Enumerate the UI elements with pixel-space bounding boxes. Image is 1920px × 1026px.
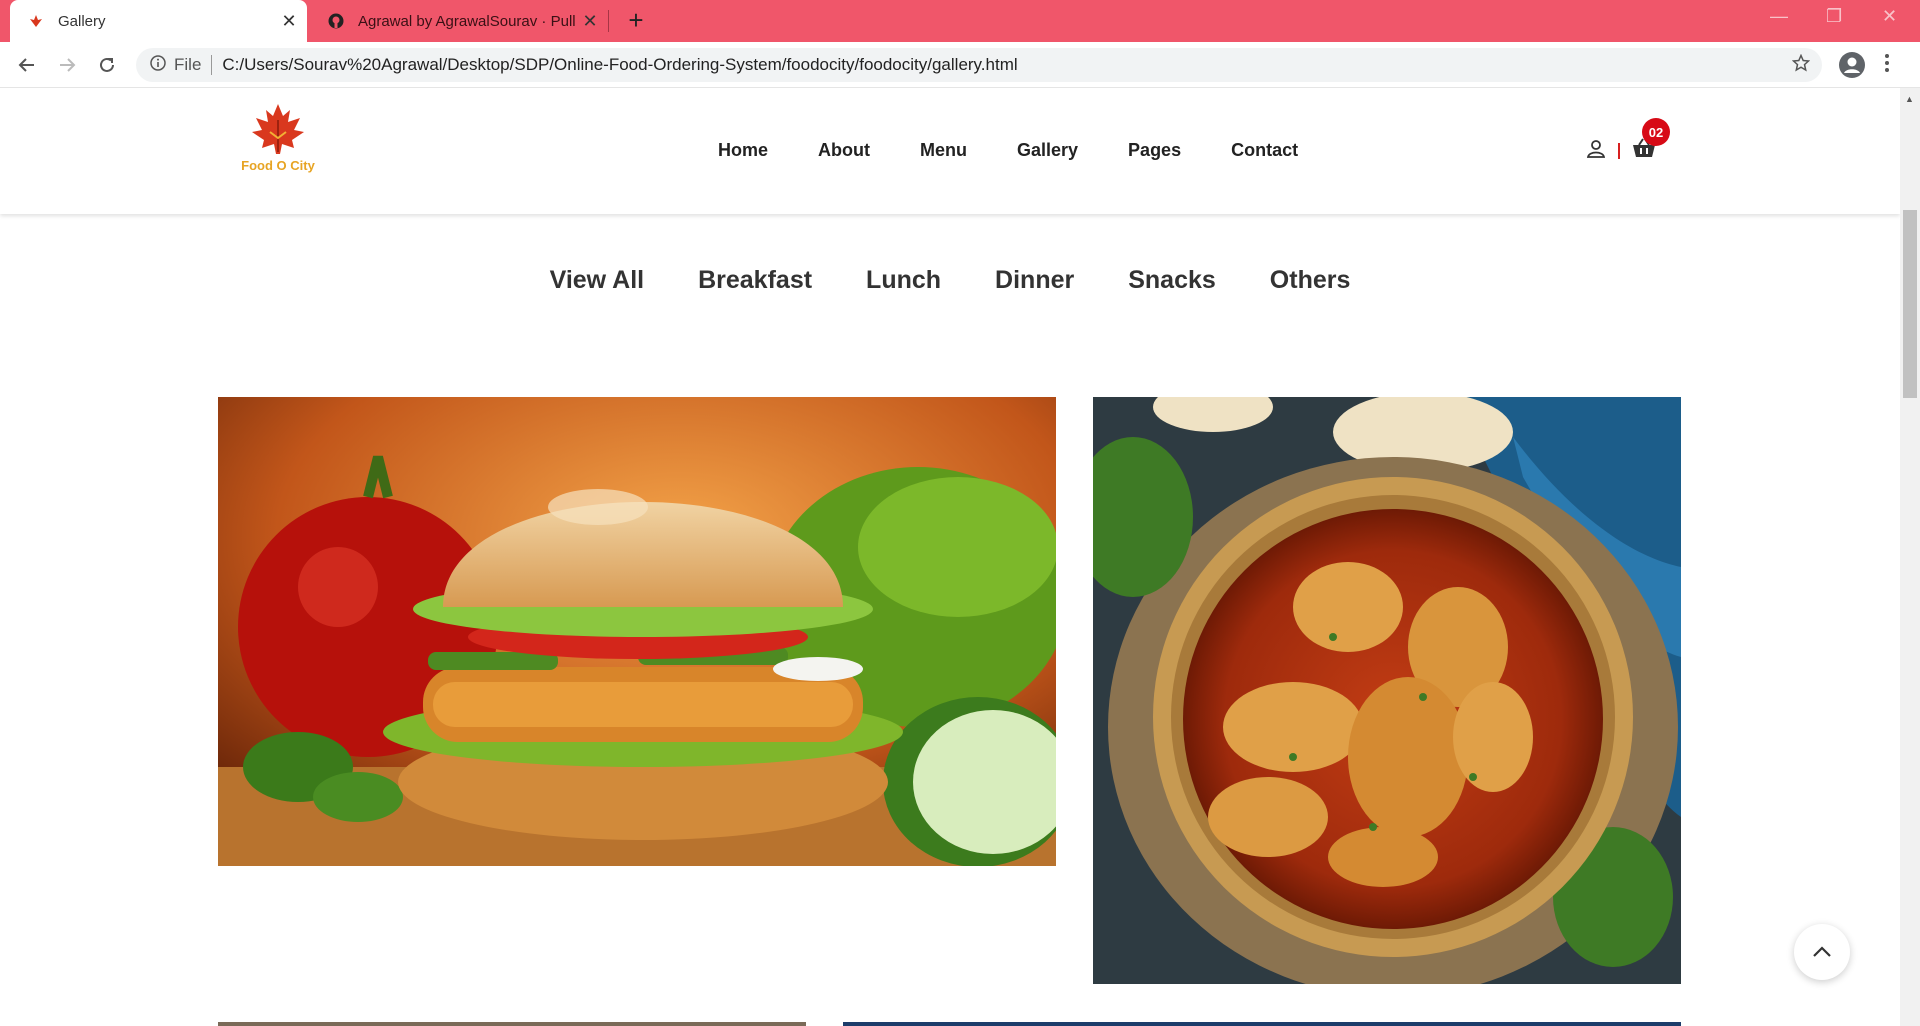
url-text[interactable]: C:/Users/Sourav%20Agrawal/Desktop/SDP/On… (222, 55, 1792, 75)
burger-image[interactable] (218, 397, 1056, 866)
gallery-item-partial[interactable] (218, 1022, 806, 1026)
back-button[interactable] (14, 52, 40, 78)
scheme-label: File (174, 55, 202, 74)
reload-button[interactable] (94, 52, 120, 78)
info-icon[interactable] (150, 54, 166, 76)
filter-view-all[interactable]: View All (550, 266, 644, 295)
close-window-icon[interactable]: ✕ (1882, 6, 1897, 27)
profile-avatar-icon[interactable] (1838, 51, 1866, 84)
address-bar[interactable]: File C:/Users/Sourav%20Agrawal/Desktop/S… (136, 48, 1822, 82)
header-divider (1618, 142, 1620, 159)
tab-title: Agrawal by AgrawalSourav · Pull (358, 12, 576, 30)
nav-about[interactable]: About (818, 140, 870, 161)
forward-arrow-icon (60, 58, 76, 72)
scroll-up-arrow-icon[interactable]: ▲ (1905, 94, 1914, 104)
close-tab-icon[interactable]: ✕ (277, 11, 301, 32)
chicken-curry-image[interactable] (1093, 397, 1681, 984)
close-tab-icon[interactable]: ✕ (578, 11, 602, 32)
tab-title: Gallery (58, 12, 106, 30)
nav-menu[interactable]: Menu (920, 140, 967, 161)
nav-gallery[interactable]: Gallery (1017, 140, 1078, 161)
new-tab-button[interactable]: + (622, 6, 650, 34)
bookmark-star-icon[interactable] (1791, 53, 1811, 77)
header-actions: 02 (1586, 118, 1670, 163)
site-header: Food O City Home About Menu Gallery Page… (0, 88, 1900, 214)
restore-icon[interactable]: ❐ (1826, 6, 1842, 27)
filter-others[interactable]: Others (1270, 266, 1351, 295)
browser-toolbar: File C:/Users/Sourav%20Agrawal/Desktop/S… (0, 42, 1920, 88)
more-options-icon[interactable] (1884, 52, 1890, 79)
github-icon (328, 13, 344, 29)
nav-home[interactable]: Home (718, 140, 768, 161)
cart-button[interactable]: 02 (1632, 118, 1670, 163)
tab-github[interactable]: Agrawal by AgrawalSourav · Pull ✕ (310, 0, 608, 42)
forward-button[interactable] (54, 52, 80, 78)
cart-count-badge: 02 (1642, 118, 1670, 146)
user-icon[interactable] (1586, 138, 1606, 163)
omnibox-divider (211, 55, 213, 75)
logo-text: Food O City (241, 158, 315, 173)
scrollbar-thumb[interactable] (1903, 210, 1917, 398)
nav-pages[interactable]: Pages (1128, 140, 1181, 161)
site-logo[interactable]: Food O City (228, 102, 328, 202)
chevron-up-icon (1813, 946, 1831, 957)
tab-gallery[interactable]: Gallery ✕ (10, 0, 307, 42)
filter-snacks[interactable]: Snacks (1128, 266, 1216, 295)
tab-separator (608, 10, 609, 32)
filter-dinner[interactable]: Dinner (995, 266, 1074, 295)
minimize-icon[interactable]: — (1770, 6, 1788, 27)
foodocity-favicon-icon (28, 13, 44, 29)
page-viewport: Food O City Home About Menu Gallery Page… (0, 88, 1900, 1026)
gallery-item-partial[interactable] (843, 1022, 1681, 1026)
reload-icon (100, 57, 114, 72)
browser-tab-strip: Gallery ✕ Agrawal by AgrawalSourav · Pul… (0, 0, 1920, 42)
maple-leaf-logo-icon (252, 104, 304, 154)
gallery-filter-bar: View All Breakfast Lunch Dinner Snacks O… (0, 266, 1900, 295)
scroll-to-top-button[interactable] (1794, 924, 1850, 980)
filter-lunch[interactable]: Lunch (866, 266, 941, 295)
filter-breakfast[interactable]: Breakfast (698, 266, 812, 295)
back-arrow-icon (18, 58, 34, 72)
main-nav: Home About Menu Gallery Pages Contact (718, 140, 1298, 161)
nav-contact[interactable]: Contact (1231, 140, 1298, 161)
